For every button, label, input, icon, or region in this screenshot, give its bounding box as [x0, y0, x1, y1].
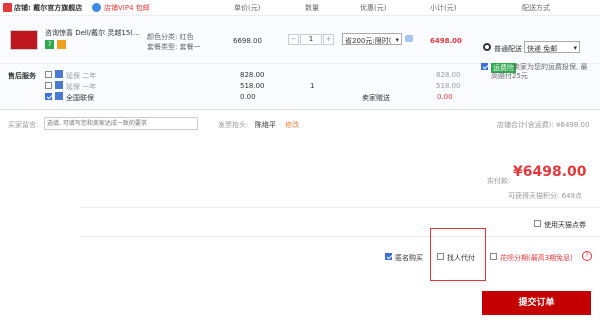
anonymous-label: 匿名购买 [395, 254, 423, 262]
free-gift-label: 卖家赠送 [362, 94, 390, 102]
service-item-subtotal: 0.00 [437, 93, 453, 101]
service-item-name: 延保 一年 [66, 83, 97, 91]
message-input[interactable] [44, 117, 198, 130]
message-label: 买家留言: [8, 121, 39, 129]
submit-order-label: 提交订单 [518, 298, 555, 308]
service-item-name: 全国联保 [66, 94, 94, 102]
tmall-coupon-checkbox[interactable] [534, 220, 541, 227]
shipping-select-value: 快递 免邮 [527, 45, 558, 53]
service-icon [55, 92, 63, 100]
service-item-subtotal: 828.00 [436, 71, 461, 79]
invoice-edit-link[interactable]: 修改 [285, 120, 299, 130]
divider [80, 207, 600, 208]
shipping-select[interactable]: 快递 免邮 ▾ [524, 41, 580, 53]
qty-plus-button[interactable]: + [323, 34, 334, 45]
store-header: 店铺: 戴尔官方旗舰店 店铺VIP4 包邮 单价(元) 数量 优惠(元) 小计(… [0, 0, 600, 16]
product-price: 6698.00 [233, 37, 262, 45]
credit-card-icon [57, 40, 66, 49]
invoice-label: 发票抬头: [218, 121, 249, 129]
col-discount: 优惠(元) [360, 4, 387, 12]
service-item-subtotal: 518.00 [436, 82, 461, 90]
product-package: 套餐类型: 套餐一 [147, 43, 201, 51]
service-label: 售后服务 [8, 72, 36, 80]
quantity-stepper: − 1 + [288, 34, 334, 45]
col-price: 单价(元) [234, 4, 261, 12]
service-item-qty: 1 [310, 82, 315, 90]
shipping-radio[interactable] [483, 43, 491, 51]
col-qty: 数量 [305, 4, 319, 12]
product-thumbnail[interactable] [10, 30, 38, 50]
help-icon[interactable]: ? [582, 251, 592, 261]
wangwang-icon[interactable] [92, 3, 101, 12]
chevron-down-icon: ▾ [573, 44, 577, 52]
service-icon [55, 81, 63, 89]
discount-select-value: 省200元:限时( [345, 37, 392, 45]
divider [80, 236, 600, 237]
anonymous-checkbox[interactable] [385, 253, 392, 260]
submit-order-button[interactable]: 提交订单 [482, 291, 591, 315]
service-item-price: 518.00 [240, 82, 265, 90]
service-item-name: 延保 二年 [66, 72, 97, 80]
points-text: 可获得天猫积分: 649点 [508, 192, 582, 200]
paid-amount: ¥6498.00 [513, 164, 587, 180]
product-block: 咨询惊喜 Dell/戴尔 灵越15(... 7 颜色分类: 红色 套餐类型: 套… [0, 16, 600, 64]
badge-7day: 7 [45, 40, 54, 49]
vip-badge: 店铺VIP4 包邮 [104, 4, 150, 12]
service-item-price: 828.00 [240, 71, 265, 79]
qty-minus-button[interactable]: − [288, 34, 299, 45]
qty-input[interactable]: 1 [300, 34, 322, 45]
product-title[interactable]: 咨询惊喜 Dell/戴尔 灵越15(... [45, 28, 140, 38]
tmall-coupon-label: 使用天猫点券 [544, 221, 586, 229]
col-subtotal: 小计(元) [430, 4, 457, 12]
store-name[interactable]: 店铺: 戴尔官方旗舰店 [14, 3, 82, 13]
installment-label: 花呗分期(最高3期免息) [500, 254, 573, 262]
message-row: 买家留言: 发票抬头: 陈络平 修改 店铺合计(含运费): ¥6498.00 [0, 115, 600, 133]
paid-label: 实付款: [487, 177, 511, 185]
chat-icon[interactable] [405, 35, 413, 42]
service-checkbox-2y[interactable] [45, 71, 52, 78]
product-color: 颜色分类: 红色 [147, 33, 194, 41]
installment-checkbox[interactable] [490, 253, 497, 260]
col-shipping: 配送方式 [522, 4, 550, 12]
store-icon [3, 3, 12, 12]
service-checkbox-1y[interactable] [45, 82, 52, 89]
proxy-pay-checkbox[interactable] [437, 253, 444, 260]
service-icon [55, 70, 63, 78]
store-total: 店铺合计(含运费): ¥6498.00 [497, 121, 590, 129]
discount-select[interactable]: 省200元:限时( ▾ [342, 33, 402, 45]
insurance-checkbox[interactable] [481, 63, 488, 70]
product-subtotal: 6498.00 [430, 37, 462, 45]
chevron-down-icon: ▾ [395, 36, 399, 44]
service-item-price: 0.00 [240, 93, 256, 101]
insurance-text: 卖家为您的运费投保, 最高赔付25元 [491, 63, 588, 80]
service-block: 售后服务 延保 二年 828.00 828.00 延保 一年 518.00 1 … [0, 63, 600, 110]
invoice-name: 陈络平 [255, 121, 276, 129]
service-checkbox-warranty[interactable] [45, 93, 52, 100]
shipping-label: 普通配送 [494, 45, 522, 53]
proxy-pay-label: 找人代付 [447, 254, 475, 262]
